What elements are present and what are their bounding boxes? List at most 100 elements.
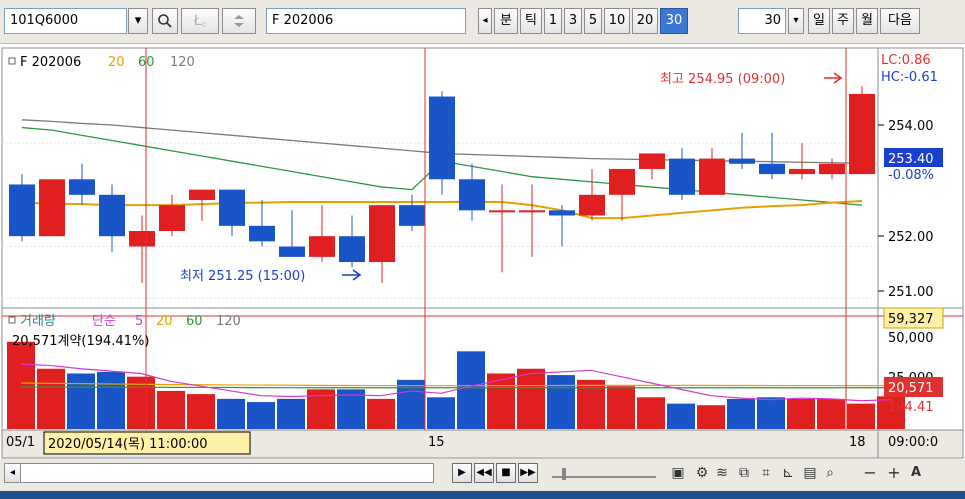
x-label-0: 05/1 bbox=[6, 435, 35, 450]
volume-summary: 20,571계약(194.41%) bbox=[12, 334, 149, 349]
cursor-time-label: 2020/05/14(목) 11:00:00 bbox=[48, 437, 208, 452]
period-scroll-left-button[interactable]: ◂ bbox=[478, 8, 492, 34]
volume-bar bbox=[667, 403, 695, 429]
period-button-10[interactable]: 10 bbox=[604, 8, 630, 34]
period-button-5[interactable]: 5 bbox=[584, 8, 602, 34]
volume-bar bbox=[427, 397, 455, 429]
layout-icon[interactable]: ⧉ bbox=[734, 463, 754, 483]
candle-body bbox=[219, 189, 245, 226]
scroll-left-arrow-icon[interactable]: ◂ bbox=[5, 464, 21, 482]
candle-body bbox=[669, 158, 695, 195]
range-button-주[interactable]: 주 bbox=[832, 8, 854, 34]
candle-body bbox=[159, 205, 185, 232]
draw-tool-icon[interactable]: ⊾ bbox=[778, 463, 798, 483]
search-icon[interactable] bbox=[152, 8, 178, 34]
volume-bar bbox=[787, 398, 815, 429]
chart-settings-icon[interactable]: ≋ bbox=[712, 463, 732, 483]
volume-bar bbox=[547, 375, 575, 429]
volume-bar bbox=[7, 341, 35, 429]
range-button-일[interactable]: 일 bbox=[808, 8, 830, 34]
candle-body bbox=[819, 163, 845, 175]
low-annotation: 최저 251.25 (15:00) bbox=[180, 269, 305, 284]
period-button-1[interactable]: 1 bbox=[544, 8, 562, 34]
fast-forward-icon[interactable]: ▶▶ bbox=[518, 463, 538, 483]
volume-bar bbox=[637, 397, 665, 429]
window-icon[interactable]: ▣ bbox=[668, 463, 688, 483]
candle-body bbox=[699, 158, 725, 195]
period-button-분[interactable]: 분 bbox=[494, 8, 518, 34]
period-button-틱[interactable]: 틱 bbox=[520, 8, 542, 34]
legend-square-icon bbox=[8, 57, 16, 65]
save-icon[interactable]: ▤ bbox=[800, 463, 820, 483]
volume-bar bbox=[847, 403, 875, 429]
chevron-down-icon[interactable]: ▾ bbox=[128, 8, 148, 34]
speed-slider[interactable] bbox=[548, 467, 660, 481]
volume-bar bbox=[817, 398, 845, 429]
volume-bar bbox=[607, 386, 635, 429]
volume-box-value: 59,327 bbox=[888, 312, 934, 327]
candle-body bbox=[759, 163, 785, 175]
volume-bar bbox=[67, 373, 95, 429]
current-volume-pct: 194.41 bbox=[888, 400, 934, 415]
chart-svg[interactable]: F 202006 20 60 120 거래량 단순 5 20 60 120 20… bbox=[0, 46, 965, 459]
updown-stepper-icon[interactable] bbox=[222, 8, 256, 34]
search-icon[interactable]: ⌕ bbox=[820, 463, 840, 483]
y-tick-251: 251.00 bbox=[888, 285, 934, 300]
current-volume: 20,571 bbox=[888, 381, 934, 396]
zoom-in-icon[interactable]: + bbox=[884, 463, 904, 483]
legend-volume-ma120: 120 bbox=[216, 314, 241, 329]
instrument-field[interactable]: F 202006 bbox=[266, 8, 466, 34]
gear-icon[interactable]: ⚙ bbox=[692, 463, 712, 483]
candle-body bbox=[639, 153, 665, 169]
stepper-graphic bbox=[234, 15, 244, 27]
candle-body bbox=[249, 225, 275, 242]
candle-body bbox=[849, 93, 875, 175]
indicator-icon[interactable]: ⌗ bbox=[756, 463, 776, 483]
legend-ma60: 60 bbox=[138, 55, 155, 70]
volume-bar bbox=[757, 397, 785, 429]
volume-tick-50000: 50,000 bbox=[888, 331, 934, 346]
zoom-out-icon[interactable]: − bbox=[860, 463, 880, 483]
candle-body bbox=[369, 205, 395, 263]
horizontal-scrollbar[interactable]: ◂ bbox=[4, 463, 434, 483]
interval-input[interactable]: 30 bbox=[738, 8, 786, 34]
period-button-30[interactable]: 30 bbox=[660, 8, 688, 34]
status-line bbox=[0, 491, 965, 499]
stop-icon[interactable]: ■ bbox=[496, 463, 516, 483]
hc-label: HC:-0.61 bbox=[881, 70, 938, 85]
volume-bar bbox=[457, 351, 485, 429]
play-icon[interactable]: ▶ bbox=[452, 463, 472, 483]
x-label-2: 18 bbox=[849, 435, 866, 450]
chart-area[interactable]: F 202006 20 60 120 거래량 단순 5 20 60 120 20… bbox=[0, 46, 965, 459]
volume-bar bbox=[37, 368, 65, 429]
candle-body bbox=[99, 194, 125, 237]
high-annotation: 최고 254.95 (09:00) bbox=[660, 72, 785, 87]
period-button-3[interactable]: 3 bbox=[564, 8, 582, 34]
legend-volume-ma60: 60 bbox=[186, 314, 203, 329]
candle-body bbox=[399, 205, 425, 226]
candle-body bbox=[39, 179, 65, 237]
rewind-icon[interactable]: ◀◀ bbox=[474, 463, 494, 483]
code-input[interactable]: 101Q6000 bbox=[4, 8, 127, 34]
candle-body bbox=[309, 236, 335, 257]
font-icon[interactable]: A bbox=[906, 463, 926, 483]
volume-bar bbox=[697, 405, 725, 429]
legend-volume-ma-label: 단순 bbox=[92, 314, 116, 329]
volume-bar bbox=[367, 398, 395, 429]
candle-body bbox=[429, 96, 455, 180]
candle-body bbox=[549, 210, 575, 216]
range-button-월[interactable]: 월 bbox=[856, 8, 878, 34]
x-label-1: 15 bbox=[428, 435, 445, 450]
range-button-다음[interactable]: 다음 bbox=[880, 8, 920, 34]
legend-volume-ma5: 5 bbox=[135, 314, 143, 329]
candle-body bbox=[279, 246, 305, 257]
candle-body bbox=[189, 189, 215, 200]
compare-button[interactable]: Ł꜀ bbox=[181, 8, 219, 34]
legend-volume-name: 거래량 bbox=[20, 314, 56, 329]
candle-body bbox=[579, 194, 605, 216]
interval-dropdown-button[interactable]: ▾ bbox=[788, 8, 804, 34]
period-button-20[interactable]: 20 bbox=[632, 8, 658, 34]
volume-bar bbox=[97, 371, 125, 429]
volume-bar bbox=[247, 402, 275, 429]
legend-volume-ma20: 20 bbox=[156, 314, 173, 329]
